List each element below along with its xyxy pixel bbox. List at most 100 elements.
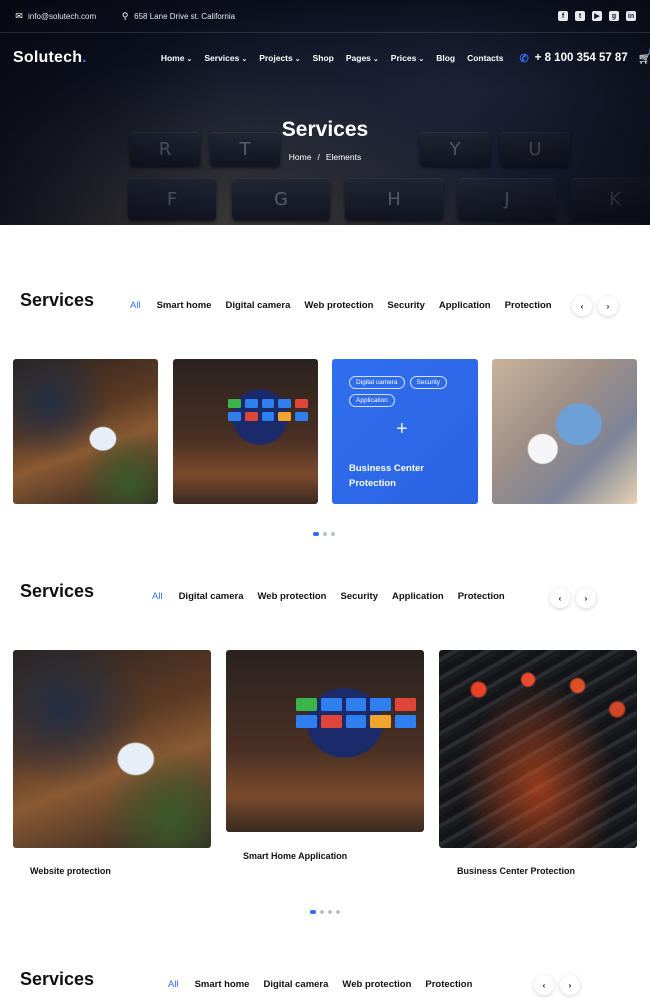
nav-menu: Home ⌄ Services ⌄ Projects ⌄ Shop Pages ⌄ Pr… xyxy=(161,53,504,63)
chevron-down-icon: ⌄ xyxy=(372,56,379,63)
chevron-down-icon: ⌄ xyxy=(186,56,193,63)
service-card-image[interactable] xyxy=(173,359,318,504)
github-icon[interactable]: g xyxy=(609,11,619,21)
breadcrumb-home[interactable]: Home xyxy=(289,152,312,162)
nav-item-contacts[interactable]: Contacts xyxy=(467,53,503,63)
phone-contact[interactable]: ✆ + 8 100 354 57 87 xyxy=(519,52,627,65)
filter-tab-all[interactable]: All xyxy=(168,979,179,990)
chevron-down-icon: ⌄ xyxy=(241,56,248,63)
filter-tab-security[interactable]: Security xyxy=(387,300,425,311)
filter-tab-smart-home[interactable]: Smart home xyxy=(157,300,212,311)
nav-item-label: Prices xyxy=(390,53,417,63)
carousel-next-button[interactable]: › xyxy=(560,975,580,995)
section-title: Services xyxy=(20,290,95,310)
tablet-screen xyxy=(296,698,416,728)
cart-button[interactable]: 🛒︎ 0 xyxy=(637,45,650,65)
email-contact[interactable]: ✉ info@solutech.com xyxy=(14,11,96,22)
filter-tab-digital-camera[interactable]: Digital camera xyxy=(263,979,328,990)
filter-tab-smart-home[interactable]: Smart home xyxy=(195,979,250,990)
hero-banner: R T Y U F G H J K ✉ info@solutech.com ⚲ … xyxy=(0,0,650,225)
filter-tab-all[interactable]: All xyxy=(130,300,141,311)
email-text: info@solutech.com xyxy=(28,11,97,21)
carousel-next-button[interactable]: › xyxy=(576,588,596,608)
filter-tab-web-protection[interactable]: Web protection xyxy=(342,979,411,990)
carousel-prev-button[interactable]: ‹ xyxy=(550,588,570,608)
service-card-image[interactable] xyxy=(13,650,211,848)
card-caption[interactable]: Smart Home Application xyxy=(243,851,347,861)
filter-tab-digital-camera[interactable]: Digital camera xyxy=(225,300,290,311)
logo-dot: . xyxy=(82,49,87,66)
nav-item-blog[interactable]: Blog xyxy=(436,53,455,63)
logo-text: Solutech xyxy=(13,49,83,66)
twitter-icon[interactable]: t xyxy=(575,11,585,21)
filter-tab-web-protection[interactable]: Web protection xyxy=(304,300,373,311)
nav-item-home[interactable]: Home ⌄ xyxy=(161,53,193,63)
youtube-icon[interactable]: ▶ xyxy=(592,11,602,21)
filter-tab-application[interactable]: Application xyxy=(392,591,444,602)
nav-item-pages[interactable]: Pages ⌄ xyxy=(346,53,379,63)
nav-item-services[interactable]: Services ⌄ xyxy=(204,53,247,63)
card-tag[interactable]: Application xyxy=(349,394,395,407)
nav-item-label: Home xyxy=(160,53,185,63)
pagination-dot[interactable] xyxy=(313,532,319,536)
site-logo[interactable]: Solutech. xyxy=(13,49,87,67)
plus-icon[interactable]: + xyxy=(396,418,408,441)
card-tag[interactable]: Digital camera xyxy=(349,376,405,389)
filter-tab-protection[interactable]: Protection xyxy=(505,300,552,311)
card-tag[interactable]: Security xyxy=(409,376,448,389)
filter-tab-digital-camera[interactable]: Digital camera xyxy=(179,591,244,602)
card-caption[interactable]: Website protection xyxy=(30,866,111,876)
service-card-featured[interactable]: Digital camera Security Application + Bu… xyxy=(332,359,478,504)
nav-item-label: Pages xyxy=(345,53,371,63)
nav-item-shop[interactable]: Shop xyxy=(313,53,334,63)
filter-tab-security[interactable]: Security xyxy=(340,591,378,602)
phone-number: + 8 100 354 57 87 xyxy=(534,52,628,64)
service-card-image[interactable] xyxy=(13,359,158,504)
carousel-prev-button[interactable]: ‹ xyxy=(572,296,592,316)
carousel-pagination xyxy=(313,532,335,536)
pagination-dot[interactable] xyxy=(310,910,316,914)
social-links: f t ▶ g in xyxy=(558,11,636,21)
carousel-pagination xyxy=(310,910,340,914)
section-title: Services xyxy=(20,581,95,601)
service-card-image[interactable] xyxy=(226,650,424,832)
top-info-bar: ✉ info@solutech.com ⚲ 658 Lane Drive st.… xyxy=(0,0,650,33)
service-card-image[interactable] xyxy=(439,650,637,848)
facebook-icon[interactable]: f xyxy=(558,11,568,21)
nav-item-label: Services xyxy=(204,53,240,63)
pagination-dot[interactable] xyxy=(328,910,332,914)
linkedin-icon[interactable]: in xyxy=(626,11,636,21)
pagination-dot[interactable] xyxy=(320,910,324,914)
breadcrumb-separator: / xyxy=(317,152,320,162)
location-pin-icon: ⚲ xyxy=(121,10,129,21)
hero-overlay xyxy=(0,0,650,225)
section-title: Services xyxy=(20,969,95,989)
filter-tab-protection[interactable]: Protection xyxy=(425,979,472,990)
card-tags: Digital camera Security Application xyxy=(349,376,464,407)
cart-icon: 🛒︎ xyxy=(637,52,650,65)
filter-tabs: All Smart home Digital camera Web protec… xyxy=(130,300,552,311)
pagination-dot[interactable] xyxy=(323,532,327,536)
nav-item-label: Projects xyxy=(259,53,293,63)
card-title[interactable]: Business Center Protection xyxy=(349,461,469,491)
nav-item-prices[interactable]: Prices ⌄ xyxy=(391,53,424,63)
pagination-dot[interactable] xyxy=(331,532,335,536)
filter-tab-application[interactable]: Application xyxy=(439,300,491,311)
pagination-dot[interactable] xyxy=(336,910,340,914)
service-card-image[interactable] xyxy=(492,359,637,504)
phone-icon: ✆ xyxy=(519,52,529,65)
cable-lights xyxy=(439,650,637,848)
carousel-next-button[interactable]: › xyxy=(598,296,618,316)
filter-tab-protection[interactable]: Protection xyxy=(458,591,505,602)
filter-tabs: All Digital camera Web protection Securi… xyxy=(152,591,505,602)
page-title: Services xyxy=(281,118,369,141)
filter-tab-web-protection[interactable]: Web protection xyxy=(258,591,327,602)
carousel-prev-button[interactable]: ‹ xyxy=(534,975,554,995)
filter-tab-all[interactable]: All xyxy=(152,591,163,602)
chevron-down-icon: ⌄ xyxy=(418,56,425,63)
breadcrumb-current: Elements xyxy=(325,152,362,162)
card-caption[interactable]: Business Center Protection xyxy=(457,866,575,876)
chevron-down-icon: ⌄ xyxy=(294,56,301,63)
nav-item-projects[interactable]: Projects ⌄ xyxy=(259,53,300,63)
mail-icon: ✉ xyxy=(15,10,23,21)
